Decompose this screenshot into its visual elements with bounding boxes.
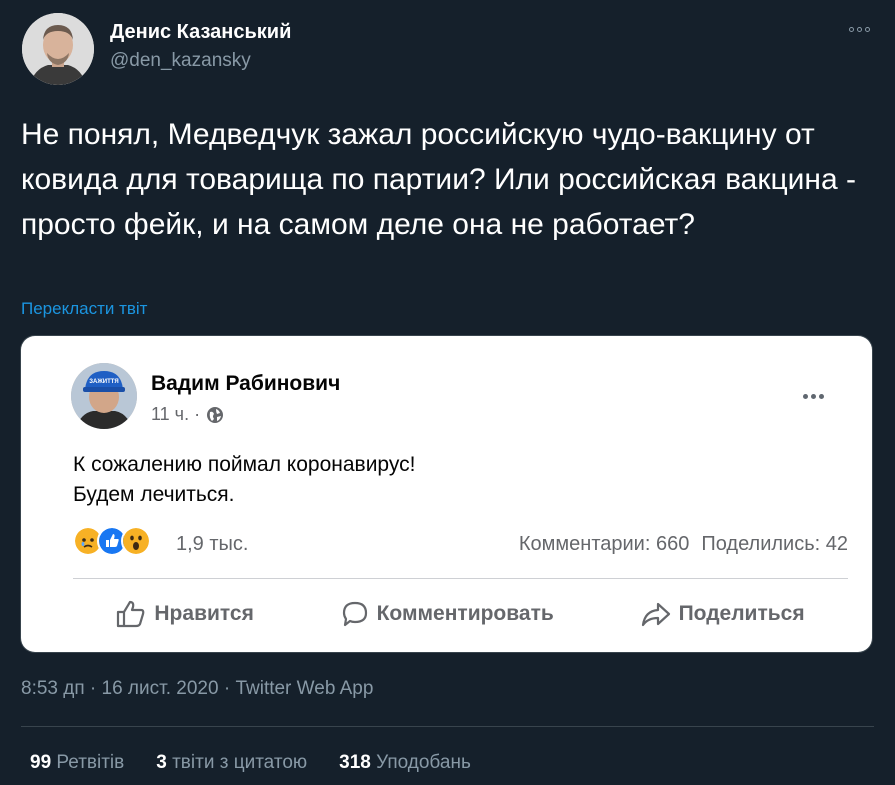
reactions-count: 1,9 тыс. bbox=[176, 533, 249, 555]
quotes-count: 3 bbox=[156, 752, 167, 773]
fb-action-bar: Нравится Комментировать Поделиться bbox=[73, 594, 848, 634]
likes-count: 318 bbox=[339, 752, 371, 773]
fb-author-photo-icon: ЗАЖИТТЯ bbox=[71, 363, 137, 429]
retweets-label: Ретвітів bbox=[56, 752, 125, 773]
retweets-count: 99 bbox=[30, 752, 52, 773]
fb-post-stats: Комментарии: 660 Поделились: 42 bbox=[519, 533, 848, 556]
comments-count: Комментарии: 660 bbox=[518, 533, 690, 555]
fb-like-action: Нравится bbox=[116, 600, 254, 628]
fb-more-icon bbox=[803, 394, 824, 399]
tweet-date[interactable]: 8:53 дп · 16 лист. 2020 · bbox=[21, 678, 235, 699]
likes-label: Уподобань bbox=[376, 752, 471, 773]
fb-divider bbox=[73, 578, 848, 579]
wow-reaction-icon bbox=[121, 526, 151, 556]
fb-comment-action: Комментировать bbox=[341, 600, 554, 628]
retweets-stat[interactable]: 99 Ретвітів bbox=[30, 752, 124, 774]
share-icon bbox=[641, 602, 670, 627]
tweet-stats: 99 Ретвітів 3 твіти з цитатою 318 Уподоб… bbox=[30, 752, 503, 774]
author-photo-icon bbox=[22, 13, 94, 85]
cap-text: ЗАЖИТТЯ bbox=[89, 379, 118, 385]
likes-stat[interactable]: 318 Уподобань bbox=[339, 752, 471, 774]
tweet-timestamp: 8:53 дп · 16 лист. 2020 · Twitter Web Ap… bbox=[21, 678, 373, 700]
comment-label: Комментировать bbox=[376, 602, 554, 625]
author-name[interactable]: Денис Казанський bbox=[110, 21, 291, 44]
fb-author-name: Вадим Рабинович bbox=[151, 372, 341, 395]
divider bbox=[21, 726, 874, 727]
comment-icon bbox=[342, 601, 367, 627]
tweet-text: Не понял, Медведчук зажал российскую чуд… bbox=[21, 118, 856, 241]
globe-icon bbox=[207, 406, 224, 423]
thumbs-up-icon bbox=[117, 600, 145, 628]
more-options-icon[interactable] bbox=[842, 16, 876, 42]
shares-count: Поделились: 42 bbox=[701, 533, 848, 555]
quotes-stat[interactable]: 3 твіти з цитатою bbox=[156, 752, 307, 774]
embedded-image[interactable]: ЗАЖИТТЯ Вадим Рабинович 11 ч. · К сожале… bbox=[21, 336, 872, 652]
author-avatar[interactable] bbox=[22, 13, 94, 85]
source-app-link[interactable]: Twitter Web App bbox=[235, 678, 373, 699]
fb-post-meta: 11 ч. · bbox=[151, 404, 224, 425]
translate-tweet-link[interactable]: Перекласти твіт bbox=[21, 299, 147, 319]
fb-share-action: Поделиться bbox=[641, 600, 805, 628]
share-label: Поделиться bbox=[678, 602, 805, 625]
author-handle[interactable]: @den_kazansky bbox=[110, 50, 251, 72]
reaction-icons bbox=[73, 526, 151, 556]
fb-post-time: 11 ч. · bbox=[151, 404, 201, 424]
fb-author-avatar: ЗАЖИТТЯ bbox=[71, 363, 137, 429]
quotes-label: твіти з цитатою bbox=[172, 752, 308, 773]
fb-post-text: К сожалению поймал коронавирус! Будем ле… bbox=[73, 453, 416, 506]
like-label: Нравится bbox=[154, 602, 254, 625]
